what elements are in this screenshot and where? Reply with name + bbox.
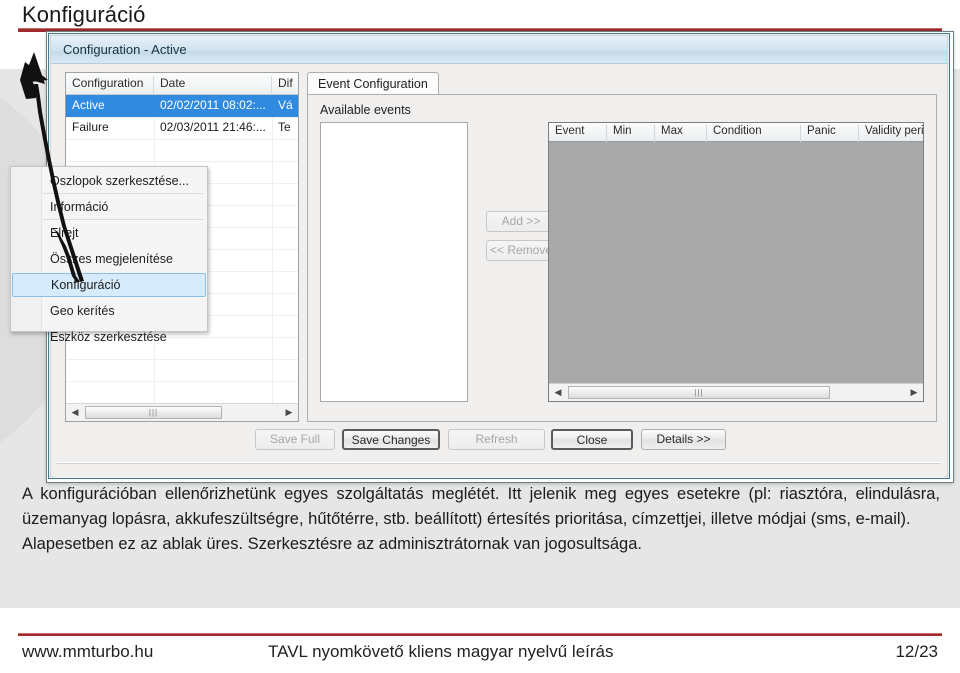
table-row-empty (66, 381, 298, 404)
scroll-left-arrow-icon[interactable]: ◀ (550, 384, 566, 400)
paragraph-2: Alapesetben ez az ablak üres. Szerkeszté… (22, 535, 642, 553)
footer-page-number: 12/23 (895, 642, 938, 661)
title-divider-highlight (18, 28, 942, 29)
menu-item-show-all[interactable]: Összes megjelenítése (12, 247, 206, 271)
cell-dif: Te (278, 120, 291, 134)
window-button-bar: Save Full Save Changes Refresh Close Det… (51, 429, 947, 459)
menu-item-geo-fence[interactable]: Geo kerítés (12, 299, 206, 323)
refresh-button[interactable]: Refresh (448, 429, 545, 450)
scrollbar-thumb[interactable]: ||| (85, 406, 222, 419)
configuration-grid-hscrollbar[interactable]: ◀ ||| ▶ (66, 403, 298, 421)
column-header-panic[interactable]: Panic (801, 125, 859, 142)
cell-dif: Vá (278, 98, 293, 112)
column-header-validity-period[interactable]: Validity period (859, 125, 923, 142)
body-paragraph: A konfigurációban ellenőrizhetünk egyes … (22, 482, 940, 557)
footer-divider-highlight (18, 633, 942, 634)
footer-url[interactable]: www.mmturbo.hu (22, 642, 153, 662)
events-table-header: Event Min Max Condition Panic Validity p… (549, 123, 923, 142)
available-events-label: Available events (320, 103, 411, 117)
save-full-button[interactable]: Save Full (255, 429, 335, 450)
button-bar-divider (57, 462, 941, 464)
events-table[interactable]: Event Min Max Condition Panic Validity p… (548, 122, 924, 402)
cell-date: 02/03/2011 21:46:... (160, 120, 266, 134)
cell-configuration: Failure (72, 120, 109, 134)
menu-item-edit-columns[interactable]: Oszlopok szerkesztése... (12, 169, 206, 193)
window-statusbar (53, 466, 945, 478)
table-row-empty (66, 139, 298, 162)
footer-doc-title: TAVL nyomkövető kliens magyar nyelvű leí… (268, 642, 614, 661)
paragraph-1: A konfigurációban ellenőrizhetünk egyes … (22, 485, 940, 528)
events-table-hscrollbar[interactable]: ◀ ||| ▶ (549, 383, 923, 401)
cell-date: 02/02/2011 08:02:... (160, 98, 266, 112)
menu-item-configuration[interactable]: Konfiguráció (12, 273, 206, 297)
close-button[interactable]: Close (551, 429, 633, 450)
column-header-min[interactable]: Min (607, 125, 655, 142)
menu-item-edit-device[interactable]: Eszköz szerkesztése (12, 325, 206, 349)
window-titlebar[interactable]: Configuration - Active (51, 36, 947, 64)
cell-configuration: Active (72, 98, 105, 112)
slide-footer: www.mmturbo.hu TAVL nyomkövető kliens ma… (0, 642, 960, 670)
menu-item-information[interactable]: Információ (12, 195, 206, 219)
scroll-left-arrow-icon[interactable]: ◀ (67, 404, 83, 420)
column-header-date[interactable]: Date (154, 76, 272, 95)
details-button[interactable]: Details >> (641, 429, 726, 450)
table-row-empty (66, 359, 298, 382)
column-header-dif[interactable]: Dif (272, 76, 298, 95)
column-header-event[interactable]: Event (549, 125, 607, 142)
event-configuration-tabpanel: Event Configuration Available events Add… (307, 72, 937, 422)
tab-event-configuration[interactable]: Event Configuration (307, 72, 439, 95)
available-events-listbox[interactable] (320, 122, 468, 402)
window-title: Configuration - Active (63, 42, 187, 57)
menu-separator (43, 193, 203, 194)
add-button[interactable]: Add >> (486, 211, 556, 232)
column-header-configuration[interactable]: Configuration (66, 76, 154, 95)
scrollbar-thumb[interactable]: ||| (568, 386, 830, 399)
page-title: Konfiguráció (22, 2, 146, 27)
table-row[interactable]: Failure 02/03/2011 21:46:... Te (66, 117, 298, 140)
remove-button[interactable]: << Remove (486, 240, 556, 261)
context-menu[interactable]: Oszlopok szerkesztése... Információ Elre… (10, 166, 208, 344)
tab-content: Available events Add >> << Remove Event … (307, 94, 937, 422)
scroll-right-arrow-icon[interactable]: ▶ (906, 384, 922, 400)
menu-item-hide[interactable]: Elrejt (12, 221, 206, 245)
scroll-right-arrow-icon[interactable]: ▶ (281, 404, 297, 420)
save-changes-button[interactable]: Save Changes (342, 429, 440, 450)
column-header-max[interactable]: Max (655, 125, 707, 142)
tabstrip: Event Configuration (307, 72, 937, 95)
table-row[interactable]: Active 02/02/2011 08:02:... Vá (66, 95, 298, 118)
menu-separator (43, 219, 203, 220)
configuration-grid-header: Configuration Date Dif (66, 73, 298, 95)
column-header-condition[interactable]: Condition (707, 125, 801, 142)
